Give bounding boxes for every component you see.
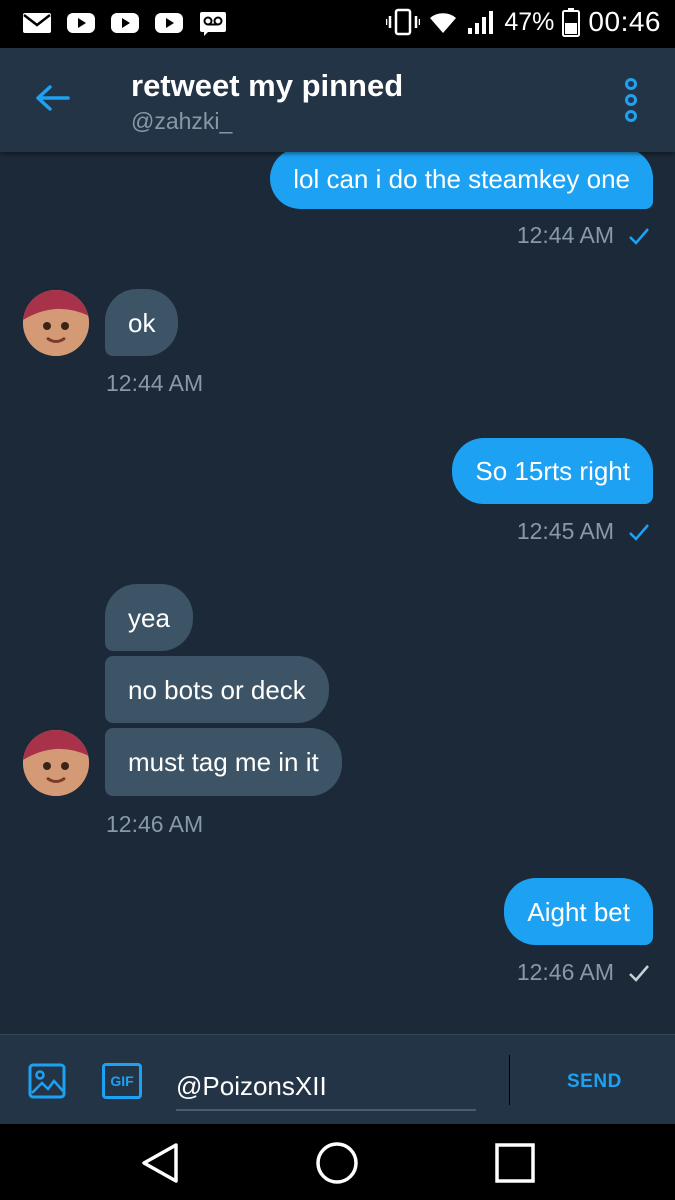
battery-percent: 47% — [504, 7, 555, 36]
incoming-message[interactable]: must tag me in it — [105, 728, 342, 796]
signal-icon — [468, 11, 494, 34]
nav-home-icon[interactable] — [315, 1141, 359, 1185]
voicemail-icon — [200, 12, 226, 36]
youtube-icon — [155, 13, 183, 33]
avatar-image — [23, 290, 89, 356]
system-indicators: 47% 00:46 — [386, 6, 661, 38]
notification-icons — [22, 9, 228, 37]
outgoing-message[interactable]: Aight bet — [504, 878, 653, 945]
message-thread[interactable]: lol can i do the steamkey one 12:44 AM o… — [0, 152, 675, 1034]
back-arrow-icon[interactable] — [32, 78, 72, 118]
timestamp-text: 12:44 AM — [516, 222, 614, 248]
status-bar: 47% 00:46 — [0, 0, 675, 48]
avatar[interactable] — [23, 730, 89, 796]
avatar[interactable] — [23, 290, 89, 356]
send-button[interactable]: SEND — [567, 1071, 622, 1093]
system-nav-bar — [0, 1124, 675, 1200]
read-check-icon — [629, 227, 649, 245]
image-icon[interactable] — [28, 1063, 66, 1099]
wifi-icon — [430, 13, 457, 33]
incoming-message[interactable]: no bots or deck — [105, 656, 329, 723]
outgoing-message[interactable]: So 15rts right — [452, 438, 653, 504]
gif-button[interactable]: GIF — [102, 1063, 142, 1099]
battery-icon — [562, 8, 581, 37]
timestamp-text: 12:45 AM — [516, 518, 614, 544]
composer-divider — [509, 1055, 510, 1105]
read-check-icon — [629, 523, 649, 541]
more-options-icon[interactable] — [620, 78, 642, 122]
message-composer: GIF SEND — [0, 1034, 675, 1124]
sent-check-icon — [629, 964, 649, 982]
conversation-header: retweet my pinned @zahzki_ — [0, 48, 675, 152]
clock: 00:46 — [588, 6, 661, 37]
nav-recents-icon[interactable] — [495, 1143, 535, 1183]
message-input[interactable] — [176, 1063, 476, 1111]
timestamp-text: 12:46 AM — [516, 959, 614, 985]
vibrate-icon — [386, 8, 421, 36]
conversation-handle[interactable]: @zahzki_ — [131, 108, 232, 135]
mail-icon — [23, 13, 51, 33]
conversation-title[interactable]: retweet my pinned — [131, 68, 403, 104]
incoming-message[interactable]: ok — [105, 289, 179, 356]
message-timestamp: 12:44 AM — [517, 222, 650, 249]
message-timestamp: 12:45 AM — [517, 518, 650, 545]
message-timestamp: 12:46 AM — [106, 811, 204, 837]
youtube-icon — [111, 13, 139, 33]
message-timestamp: 12:44 AM — [106, 370, 204, 396]
message-timestamp: 12:46 AM — [517, 959, 650, 986]
youtube-icon — [67, 13, 95, 33]
outgoing-message[interactable]: lol can i do the steamkey one — [270, 152, 653, 209]
incoming-message[interactable]: yea — [105, 584, 193, 651]
avatar-image — [23, 730, 89, 796]
nav-back-icon[interactable] — [140, 1141, 180, 1185]
